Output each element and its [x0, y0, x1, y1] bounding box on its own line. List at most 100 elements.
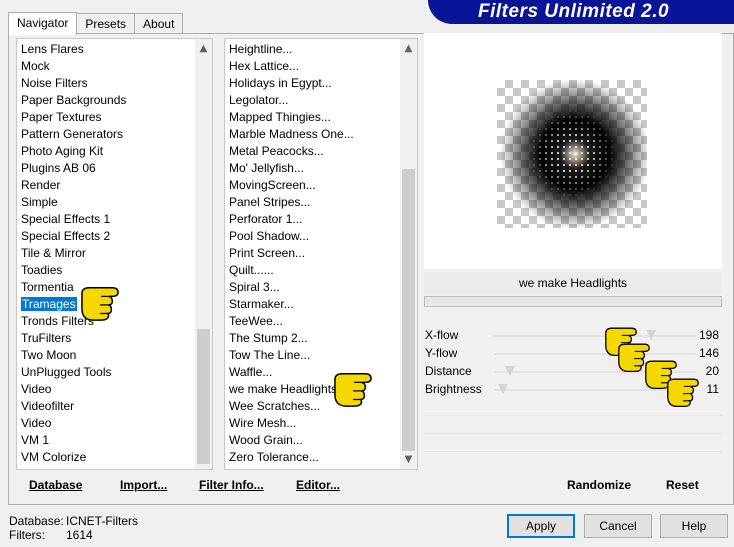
filter-item[interactable]: Pool Shadow...: [225, 228, 417, 245]
parameter-label: Y-flow: [425, 346, 458, 360]
category-item[interactable]: VM Colorize: [17, 449, 212, 466]
tab-about[interactable]: About: [134, 13, 184, 34]
filter-item[interactable]: Waffle...: [225, 364, 417, 381]
editor-button[interactable]: Editor...: [296, 478, 340, 496]
apply-button[interactable]: Apply: [507, 514, 575, 538]
filter-item-label: Hex Lattice...: [229, 59, 300, 73]
filter-item[interactable]: Quilt......: [225, 262, 417, 279]
filter-item[interactable]: Wire Mesh...: [225, 415, 417, 432]
category-item[interactable]: Videofilter: [17, 398, 212, 415]
database-name: ICNET-Filters: [66, 514, 138, 528]
category-item[interactable]: Toadies: [17, 262, 212, 279]
filter-item[interactable]: Zero Tolerance...: [225, 449, 417, 466]
pointer-hand-icon: [81, 287, 119, 321]
category-item[interactable]: TruFilters: [17, 330, 212, 347]
filter-item-label: Spiral 3...: [229, 280, 280, 294]
filter-item-label: we make Headlights: [229, 382, 338, 396]
category-item-label: Noise Filters: [21, 76, 88, 90]
category-item-label: Plugins AB 06: [21, 161, 96, 175]
category-item[interactable]: VM 1: [17, 432, 212, 449]
filter-item[interactable]: Marble Madness One...: [225, 126, 417, 143]
randomize-button[interactable]: Randomize: [567, 478, 631, 496]
category-item[interactable]: Two Moon: [17, 347, 212, 364]
scroll-up-arrow-icon[interactable]: ▲: [400, 40, 417, 57]
parameter-value: 11: [706, 382, 719, 396]
import-label: Import...: [120, 478, 168, 492]
category-item[interactable]: Paper Backgrounds: [17, 92, 212, 109]
tab-presets[interactable]: Presets: [76, 13, 136, 34]
filter-item-label: Holidays in Egypt...: [229, 76, 332, 90]
filter-item[interactable]: Mapped Thingies...: [225, 109, 417, 126]
filter-item[interactable]: Heightline...: [225, 41, 417, 58]
filter-item-label: Wire Mesh...: [229, 416, 297, 430]
category-item[interactable]: Plugins AB 06: [17, 160, 212, 177]
database-button[interactable]: Database: [29, 478, 82, 496]
category-item[interactable]: Tile & Mirror: [17, 245, 212, 262]
category-item[interactable]: Special Effects 1: [17, 211, 212, 228]
editor-label: Editor...: [296, 478, 341, 492]
filter-item[interactable]: Holidays in Egypt...: [225, 75, 417, 92]
category-item[interactable]: Render: [17, 177, 212, 194]
import-button[interactable]: Import...: [120, 478, 167, 496]
category-item[interactable]: Lens Flares: [17, 41, 212, 58]
filter-item-label: Legolator...: [229, 93, 289, 107]
category-item-label: VM Colorize: [21, 450, 87, 464]
filter-item-label: Perforator 1...: [229, 212, 303, 226]
filter-item[interactable]: Spiral 3...: [225, 279, 417, 296]
category-item[interactable]: Special Effects 2: [17, 228, 212, 245]
filter-preview-image: [497, 80, 647, 228]
filter-item[interactable]: Print Screen...: [225, 245, 417, 262]
category-list[interactable]: Lens Flares Mock Noise Filters Paper Backgr…: [16, 38, 213, 470]
parameter-slider[interactable]: [494, 353, 696, 355]
filter-scrollbar[interactable]: ▲ ▼: [400, 39, 417, 469]
app-title: Filters Unlimited 2.0: [478, 1, 670, 22]
filter-list[interactable]: Heightline... Hex Lattice... Holidays in E…: [224, 38, 418, 470]
filter-item[interactable]: Tow The Line...: [225, 347, 417, 364]
filter-item[interactable]: The Stump 2...: [225, 330, 417, 347]
filter-item[interactable]: Legolator...: [225, 92, 417, 109]
category-item[interactable]: Photo Aging Kit: [17, 143, 212, 160]
filter-item[interactable]: MovingScreen...: [225, 177, 417, 194]
filter-info-label: Filter Info...: [199, 478, 264, 492]
filter-item[interactable]: we make Headlights: [225, 381, 417, 398]
filter-item[interactable]: Wood Grain...: [225, 432, 417, 449]
slider-thumb[interactable]: [646, 330, 656, 340]
parameter-slider[interactable]: [494, 335, 696, 337]
filter-item[interactable]: Mo' Jellyfish...: [225, 160, 417, 177]
filter-info-button[interactable]: Filter Info...: [199, 478, 264, 496]
filter-item[interactable]: Wee Scratches...: [225, 398, 417, 415]
category-item[interactable]: Video: [17, 381, 212, 398]
category-item-label: Two Moon: [21, 348, 77, 362]
slider-thumb[interactable]: [498, 384, 508, 394]
slider-thumb[interactable]: [505, 366, 515, 376]
category-item[interactable]: UnPlugged Tools: [17, 364, 212, 381]
category-item[interactable]: Mock: [17, 58, 212, 75]
filter-item[interactable]: Perforator 1...: [225, 211, 417, 228]
parameter-row: X-flow 198: [424, 327, 722, 345]
category-scroll-thumb[interactable]: [197, 329, 210, 464]
filter-item[interactable]: Metal Peacocks...: [225, 143, 417, 160]
category-item[interactable]: Simple: [17, 194, 212, 211]
filter-item-label: MovingScreen...: [229, 178, 316, 192]
scroll-up-arrow-icon[interactable]: ▲: [195, 40, 212, 57]
category-scrollbar[interactable]: ▲: [195, 39, 212, 469]
help-button[interactable]: Help: [660, 514, 728, 538]
filter-scroll-thumb[interactable]: [402, 169, 415, 451]
filter-item[interactable]: Panel Stripes...: [225, 194, 417, 211]
category-item[interactable]: Video: [17, 415, 212, 432]
category-item-label: VM 1: [21, 433, 50, 447]
category-item[interactable]: Paper Textures: [17, 109, 212, 126]
reset-button[interactable]: Reset: [666, 478, 699, 496]
filter-item-label: Marble Madness One...: [229, 127, 354, 141]
scroll-down-arrow-icon[interactable]: ▼: [400, 451, 417, 468]
cancel-button[interactable]: Cancel: [584, 514, 652, 538]
filters-caption: Filters:: [9, 528, 45, 542]
filter-item[interactable]: Starmaker...: [225, 296, 417, 313]
tab-navigator[interactable]: Navigator: [8, 12, 78, 35]
category-item[interactable]: Noise Filters: [17, 75, 212, 92]
category-item-label: Videofilter: [21, 399, 75, 413]
category-item-label: Tramages: [21, 297, 77, 311]
filter-item[interactable]: TeeWee...: [225, 313, 417, 330]
category-item[interactable]: Pattern Generators: [17, 126, 212, 143]
filter-item[interactable]: Hex Lattice...: [225, 58, 417, 75]
